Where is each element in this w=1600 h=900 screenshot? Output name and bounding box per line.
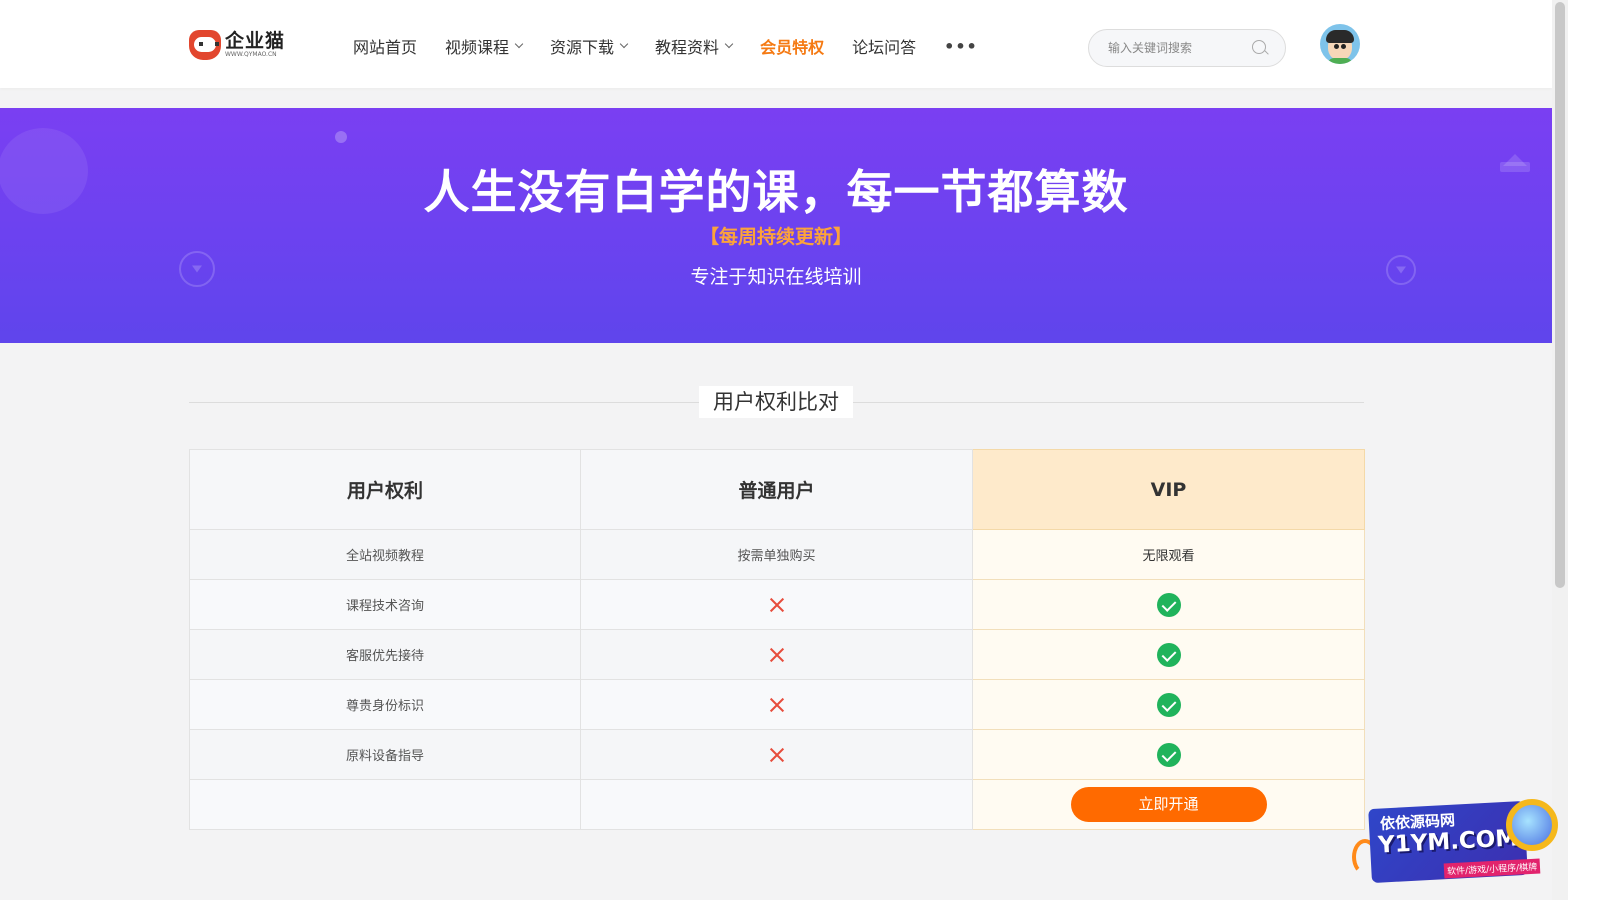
check-circle-icon <box>1156 742 1181 767</box>
section-title: 用户权利比对 <box>699 386 853 418</box>
nav-item-3[interactable]: 教程资料 <box>655 34 734 58</box>
cat-logo-icon <box>189 30 221 60</box>
cross-icon <box>769 747 785 763</box>
site-logo[interactable]: 企业猫 WWW.QYMAO.CN <box>189 28 285 62</box>
table-header-row: 用户权利 普通用户 VIP <box>189 449 1365 530</box>
cell-no <box>580 629 973 680</box>
header-rights: 用户权利 <box>189 449 581 530</box>
nav-item-0[interactable]: 网站首页 <box>353 34 417 58</box>
rights-comparison-table: 用户权利 普通用户 VIP 全站视频教程 按需单独购买 无限观看 课程技术咨询 客服优先… <box>189 449 1365 830</box>
check-circle-icon <box>1156 642 1181 667</box>
feature-name: 全站视频教程 <box>189 529 581 580</box>
cell-yes <box>972 579 1365 630</box>
table-row: 尊贵身份标识 <box>189 679 1365 730</box>
table-row: 原料设备指导 <box>189 729 1365 780</box>
empty-cell <box>189 779 581 830</box>
cell-yes <box>972 629 1365 680</box>
logo-url: WWW.QYMAO.CN <box>225 51 277 58</box>
nav-label: 资源下载 <box>550 38 615 57</box>
cell-text: 按需单独购买 <box>580 529 973 580</box>
watermark: 依依源码网 Y1YM.COM 软件/游戏/小程序/棋牌 <box>1352 793 1566 884</box>
cell-no <box>580 579 973 630</box>
nav-item-1[interactable]: 视频课程 <box>445 34 524 58</box>
empty-cell <box>580 779 973 830</box>
cross-icon <box>769 697 785 713</box>
feature-name: 原料设备指导 <box>189 729 581 780</box>
feature-name: 客服优先接待 <box>189 629 581 680</box>
cell-yes <box>972 679 1365 730</box>
activate-vip-button[interactable]: 立即开通 <box>1070 787 1267 822</box>
search-icon[interactable] <box>1251 39 1269 57</box>
page-scrollbar[interactable] <box>1552 0 1568 900</box>
hero-banner: 人生没有白学的课，每一节都算数 【每周持续更新】 专注于知识在线培训 <box>0 108 1552 343</box>
nav-label: 视频课程 <box>445 38 510 57</box>
table-cta-row: 立即开通 <box>189 779 1365 830</box>
banner-subtitle: 【每周持续更新】 <box>699 226 852 248</box>
feature-name: 课程技术咨询 <box>189 579 581 630</box>
scroll-thumb[interactable] <box>1555 2 1565 588</box>
table-row: 课程技术咨询 <box>189 579 1365 630</box>
header-vip: VIP <box>972 449 1365 530</box>
logo-name: 企业猫 <box>225 30 286 52</box>
cell-no <box>580 679 973 730</box>
nav-item-5[interactable]: 论坛问答 <box>852 34 916 58</box>
cell-yes <box>972 729 1365 780</box>
header-normal-user: 普通用户 <box>580 449 973 530</box>
search-input[interactable] <box>1108 41 1248 55</box>
banner-title: 人生没有白学的课，每一节都算数 <box>423 165 1129 219</box>
user-avatar[interactable] <box>1320 24 1360 64</box>
main-nav: 网站首页 视频课程 资源下载 教程资料 会员特权 论坛问答 ••• <box>353 34 1006 58</box>
table-row: 客服优先接待 <box>189 629 1365 680</box>
check-circle-icon <box>1156 692 1181 717</box>
cell-text: 无限观看 <box>972 529 1365 580</box>
search-box[interactable] <box>1088 29 1286 67</box>
cell-no <box>580 729 973 780</box>
nav-item-2[interactable]: 资源下载 <box>550 34 629 58</box>
chevron-down-icon <box>724 39 734 49</box>
nav-label: 会员特权 <box>760 38 825 57</box>
nav-label: 论坛问答 <box>852 38 917 57</box>
nav-item-4[interactable]: 会员特权 <box>760 34 824 58</box>
nav-label: 网站首页 <box>353 38 418 57</box>
cross-icon <box>769 647 785 663</box>
chevron-down-icon <box>619 39 629 49</box>
nav-more-button[interactable]: ••• <box>944 37 978 56</box>
nav-label: 教程资料 <box>655 38 720 57</box>
more-dots-icon: ••• <box>944 36 978 56</box>
magnifier-icon <box>1506 799 1558 851</box>
site-header: 企业猫 WWW.QYMAO.CN 网站首页 视频课程 资源下载 教程资料 会员特权 论坛问… <box>0 0 1552 88</box>
chevron-down-icon <box>514 39 524 49</box>
decor-dot <box>335 131 347 143</box>
banner-tagline: 专注于知识在线培训 <box>690 266 862 288</box>
cta-cell: 立即开通 <box>972 779 1365 830</box>
table-row: 全站视频教程 按需单独购买 无限观看 <box>189 529 1365 580</box>
feature-name: 尊贵身份标识 <box>189 679 581 730</box>
cross-icon <box>769 597 785 613</box>
check-circle-icon <box>1156 592 1181 617</box>
